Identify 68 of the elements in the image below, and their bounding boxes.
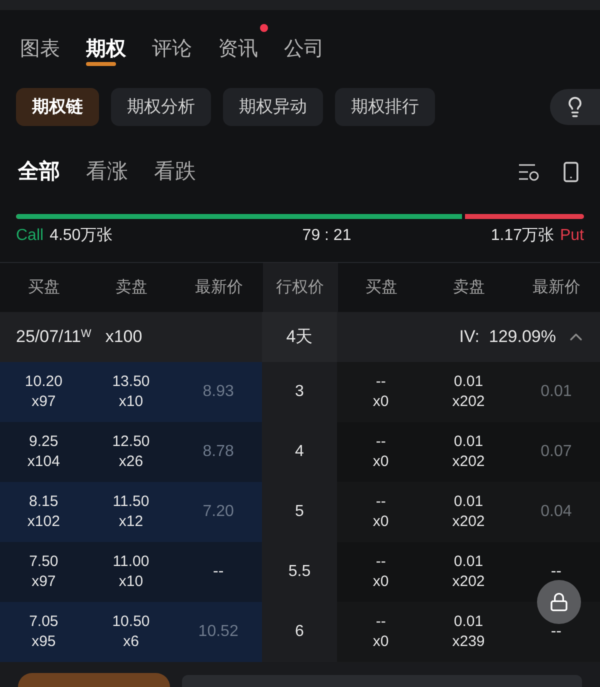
last-price: -- [212,562,224,582]
days-to-expiry: 4天 [286,326,313,348]
strike-price: 4 [295,442,304,462]
filter-tab[interactable]: 看跌 [154,156,196,188]
main-tab[interactable]: 公司 [284,24,334,70]
lock-icon [549,592,569,612]
implied-volatility: IV: 129.09% [459,326,556,348]
call-volume: 4.50万张 [50,226,113,246]
column-header: 最新价 [194,278,243,298]
strike-price: 5.5 [288,562,311,582]
main-tab[interactable]: 资讯 [218,24,268,70]
tab-underline [86,62,116,66]
last-price: 8.93 [202,382,234,402]
quote-cell: -- x0 [372,372,389,412]
quote-cell: 10.50 x6 [112,612,150,652]
last-price: -- [550,562,562,582]
strike-price: 3 [295,382,304,402]
quote-cell: -- x0 [372,612,389,652]
quote-cell: 9.25 x104 [27,432,60,472]
quote-cell: 0.01 x202 [452,552,485,592]
quote-cell: 8.15 x102 [27,492,60,532]
quote-cell: 0.01 x202 [452,372,485,412]
quote-cell: 11.00 x10 [112,552,150,592]
strike-price: 5 [295,502,304,522]
put-label: Put [560,226,584,246]
last-price: 7.20 [202,502,234,522]
last-price: 0.07 [540,442,572,462]
main-tab[interactable]: 评论 [152,24,202,70]
column-header: 买盘 [365,278,398,298]
last-price: 0.04 [540,502,572,522]
quote-cell: 7.05 x95 [29,612,58,652]
quote-cell: -- x0 [372,432,389,472]
chain-tab[interactable]: 期权链 [16,88,99,126]
filter-tab[interactable]: 全部 [18,156,60,188]
main-tab[interactable]: 图表 [20,24,70,70]
quote-cell: 13.50 x10 [112,372,150,412]
theme-button[interactable] [550,89,600,125]
expiry-row[interactable]: 25/07/11$^{W}$ x100 4天 IV: 129.09% [0,312,600,362]
quote-cell: -- x0 [372,492,389,532]
quote-cell: 12.50 x26 [112,432,150,472]
last-price: 0.01 [540,382,572,402]
quote-cell: -- x0 [372,552,389,592]
column-header: 行权价 [276,278,324,298]
column-header: 卖盘 [115,278,148,298]
quote-cell: 7.50 x97 [29,552,58,592]
column-header: 卖盘 [452,278,485,298]
column-header: 买盘 [28,278,60,298]
main-tab[interactable]: 期权 [86,24,136,70]
last-price: -- [550,622,562,642]
contract-multiplier: x100 [105,326,142,348]
quote-cell: 11.50 x12 [112,492,150,532]
filter-tab[interactable]: 看涨 [86,156,128,188]
chain-tab[interactable]: 期权排行 [335,88,435,126]
quote-cell: 0.01 x239 [452,612,485,652]
last-price: 10.52 [198,622,238,642]
chain-tab[interactable]: 期权分析 [111,88,211,126]
chain-tab[interactable]: 期权异动 [223,88,323,126]
strike-price: 6 [295,622,304,642]
filter-settings-icon[interactable] [518,162,540,182]
last-price: 8.78 [202,442,234,462]
put-volume: 1.17万张 [490,226,554,246]
expiry-date: 25/07/11$^{W}$ [16,326,92,348]
column-header: 最新价 [532,278,580,298]
quote-cell: 10.20 x97 [24,372,62,412]
ratio-text: 79 : 21 [301,226,352,246]
call-label: Call [16,226,44,246]
quote-cell: 0.01 x202 [452,432,485,472]
quote-cell: 0.01 x202 [452,492,485,532]
